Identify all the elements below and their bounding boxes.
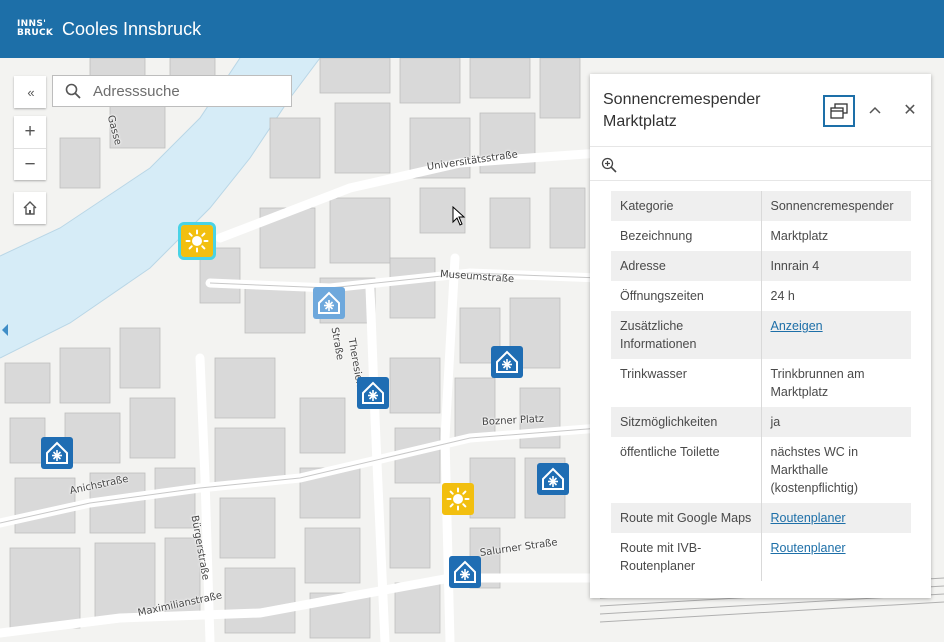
snowflake-house-icon: [454, 560, 476, 583]
popup-title: Sonnencremespender Marktplatz: [603, 91, 761, 130]
attribute-key: Öffnungszeiten: [611, 281, 762, 311]
close-button[interactable]: ✕: [899, 99, 921, 121]
snowflake-house-icon: [542, 467, 564, 490]
ivb-route-link[interactable]: Routenplaner: [771, 541, 846, 555]
collapse-button[interactable]: «: [14, 76, 46, 108]
address-search[interactable]: [52, 75, 292, 107]
zoom-out-button[interactable]: −: [14, 148, 46, 180]
snowflake-marker[interactable]: [537, 463, 569, 495]
attribute-value: 24 h: [770, 289, 795, 303]
snowflake-marker[interactable]: [357, 377, 389, 409]
google-maps-route-link[interactable]: Routenplaner: [771, 511, 846, 525]
attribute-key: Route mit IVB-Routenplaner: [611, 533, 762, 581]
chevron-up-icon: [869, 106, 881, 114]
attribute-table: Kategorie Sonnencremespender Bezeichnung…: [611, 191, 911, 581]
home-button[interactable]: [14, 192, 46, 224]
logo-line-2: BRUCK: [17, 28, 54, 38]
attribute-value: Innrain 4: [761, 251, 911, 281]
attribute-value: Sonnencremespender: [761, 191, 911, 221]
search-input[interactable]: [93, 82, 273, 100]
table-row: Route mit IVB-Routenplaner Routenplaner: [611, 533, 911, 581]
table-row: Kategorie Sonnencremespender: [611, 191, 911, 221]
sun-icon: [185, 229, 209, 253]
attribute-value: Trinkbrunnen am Marktplatz: [770, 367, 865, 399]
zoom-in-magnifier-icon: [601, 157, 617, 173]
snowflake-house-icon: [496, 350, 518, 373]
snowflake-house-icon: [362, 381, 384, 404]
table-row: öffentliche Toilette nächstes WC in Mark…: [611, 437, 911, 503]
collapse-popup-button[interactable]: [864, 99, 886, 121]
zoom-in-button[interactable]: +: [14, 116, 46, 148]
attribute-key: öffentliche Toilette: [611, 437, 762, 503]
attribute-value: Anzeigen: [761, 311, 911, 359]
snowflake-marker[interactable]: [449, 556, 481, 588]
snowflake-house-icon: [46, 441, 68, 464]
innsbruck-logo[interactable]: INNS' BRUCK: [17, 17, 53, 41]
attribute-key: Sitzmöglichkeiten: [611, 407, 762, 437]
table-row: Adresse Innrain 4: [611, 251, 911, 281]
table-row: Route mit Google Maps Routenplaner: [611, 503, 911, 533]
snowflake-marker[interactable]: [491, 346, 523, 378]
app-title: Cooles Innsbruck: [62, 18, 202, 39]
sun-icon: [446, 487, 470, 511]
attribute-key: Zusätzliche Informationen: [611, 311, 762, 359]
attribute-key: Kategorie: [611, 191, 762, 221]
app-header: INNS' BRUCK Cooles Innsbruck: [0, 0, 944, 58]
dock-button[interactable]: [823, 95, 855, 127]
snowflake-house-icon: [318, 291, 340, 314]
sun-marker-selected[interactable]: [178, 222, 216, 260]
plus-icon: +: [24, 121, 36, 142]
home-icon: [23, 201, 37, 215]
mouse-cursor-icon: [452, 206, 466, 226]
feature-popup: Sonnencremespender Marktplatz ✕ Kategori…: [590, 74, 931, 598]
table-row: Zusätzliche Informationen Anzeigen: [611, 311, 911, 359]
table-row: Öffnungszeiten 24 h: [611, 281, 911, 311]
minus-icon: −: [24, 153, 36, 175]
attribute-value: ja: [761, 407, 911, 437]
search-icon: [65, 83, 81, 99]
divider: [590, 180, 931, 181]
zoom-to-button[interactable]: [598, 154, 620, 176]
snowflake-marker[interactable]: [313, 287, 345, 319]
attribute-key: Adresse: [611, 251, 762, 281]
info-link[interactable]: Anzeigen: [771, 319, 823, 333]
attribute-value: Marktplatz: [770, 229, 829, 243]
attribute-value: Routenplaner: [761, 533, 911, 581]
divider: [590, 146, 931, 147]
attribute-value: Routenplaner: [761, 503, 911, 533]
snowflake-marker[interactable]: [41, 437, 73, 469]
table-row: Trinkwasser Trinkbrunnen am Marktplatz: [611, 359, 911, 407]
attribute-key: Bezeichnung: [611, 221, 762, 251]
attribute-key: Route mit Google Maps: [611, 503, 762, 533]
table-row: Sitzmöglichkeiten ja: [611, 407, 911, 437]
attribute-key: Trinkwasser: [611, 359, 762, 407]
zoom-controls: + −: [14, 116, 46, 180]
double-chevron-left-icon: «: [27, 84, 34, 100]
dock-icon: [830, 103, 848, 119]
close-icon: ✕: [903, 102, 917, 119]
attribute-value: nächstes WC in Markthalle (kostenpflicht…: [770, 445, 859, 495]
sun-marker[interactable]: [442, 483, 474, 515]
table-row: Bezeichnung Marktplatz: [611, 221, 911, 251]
